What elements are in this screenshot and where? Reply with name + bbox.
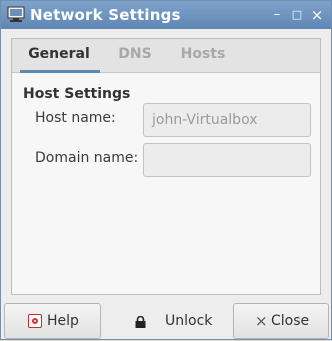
host-name-label: Host name: [35, 110, 116, 126]
tab-dns[interactable]: DNS [108, 39, 162, 73]
dialog-button-bar: Help Unlock × Close [1, 301, 331, 341]
unlock-button-label: Unlock [165, 313, 213, 329]
close-button-label: Close [271, 313, 310, 329]
tab-general[interactable]: General [18, 39, 100, 73]
lock-icon [135, 316, 146, 328]
unlock-button[interactable]: Unlock [128, 303, 220, 339]
help-button-label: Help [47, 313, 79, 329]
network-settings-icon [7, 6, 25, 22]
help-icon [28, 314, 42, 328]
minimize-button[interactable]: – [269, 7, 285, 23]
domain-name-label: Domain name: [35, 150, 139, 166]
general-tab-panel: Host Settings Host name: john-Virtualbox… [12, 74, 320, 294]
domain-name-field[interactable] [143, 143, 311, 177]
tab-bar: General DNS Hosts [12, 39, 320, 73]
close-button[interactable]: × Close [233, 303, 329, 339]
settings-notebook: General DNS Hosts Host Settings Host nam… [11, 38, 321, 295]
help-button[interactable]: Help [4, 303, 101, 339]
host-settings-heading: Host Settings [23, 86, 131, 102]
tab-hosts[interactable]: Hosts [172, 39, 234, 73]
close-icon: × [255, 312, 268, 330]
maximize-button[interactable]: □ [289, 7, 305, 23]
window-close-button[interactable]: × [309, 7, 325, 23]
network-settings-window: Network Settings – □ × General DNS Hosts… [0, 0, 332, 340]
host-name-field[interactable]: john-Virtualbox [143, 103, 311, 137]
title-bar[interactable]: Network Settings – □ × [1, 1, 331, 29]
window-title: Network Settings [30, 6, 181, 24]
active-tab-indicator [20, 70, 100, 73]
